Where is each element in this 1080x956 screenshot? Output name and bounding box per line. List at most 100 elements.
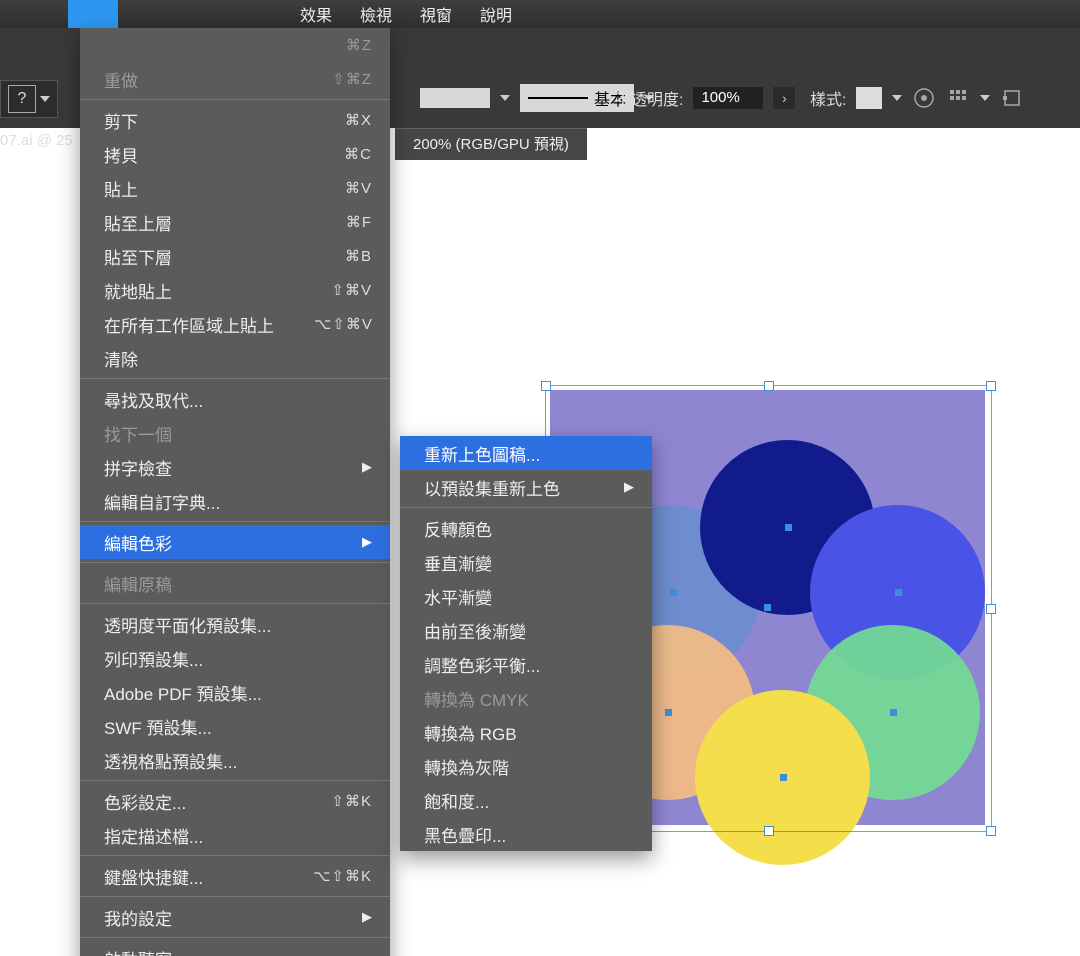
edit-menu-item[interactable]: 指定描述檔...	[80, 818, 390, 852]
recolor-icon[interactable]	[912, 86, 936, 110]
opacity-input[interactable]: 100%	[693, 87, 763, 109]
menu-shortcut: ⌘X	[345, 111, 372, 129]
style-label: 樣式:	[810, 86, 846, 110]
edit-menu-item[interactable]: 拷貝⌘C	[80, 137, 390, 171]
edit-menu-item[interactable]: SWF 預設集...	[80, 709, 390, 743]
menu-item-label: SWF 預設集...	[104, 714, 212, 739]
menubar: 效果 檢視 視窗 說明	[0, 0, 1080, 28]
menu-view[interactable]: 檢視	[360, 2, 392, 26]
edit-menu-item[interactable]: 啟動聽寫 …	[80, 941, 390, 956]
edit-menu-separator	[80, 603, 390, 604]
edit-menu-separator	[80, 521, 390, 522]
edit-menu-separator	[80, 937, 390, 938]
edit-menu-item[interactable]: 貼至下層 ⌘B	[80, 239, 390, 273]
selection-handle[interactable]	[986, 381, 996, 391]
color-submenu-item[interactable]: 調整色彩平衡...	[400, 647, 652, 681]
selection-handle[interactable]	[764, 826, 774, 836]
object-anchor	[670, 589, 677, 596]
edit-menu-item[interactable]: 在所有工作區域上貼上⌥⇧⌘V	[80, 307, 390, 341]
transform-icon[interactable]	[1000, 86, 1024, 110]
menu-item-label: 黑色疊印...	[424, 822, 506, 847]
selection-handle[interactable]	[986, 826, 996, 836]
menu-item-label: 就地貼上	[104, 278, 172, 303]
app-icon	[68, 0, 118, 28]
chevron-down-icon	[980, 95, 990, 101]
edit-menu-item: ⌘Z	[80, 28, 390, 62]
menu-item-label: 編輯原稿	[104, 571, 172, 596]
edit-menu-item[interactable]: 拼字檢查▶	[80, 450, 390, 484]
color-submenu-item[interactable]: 以預設集重新上色▶	[400, 470, 652, 504]
menu-item-label: 透明度平面化預設集...	[104, 612, 271, 637]
menu-item-label: 拷貝	[104, 142, 138, 167]
edit-menu-separator	[80, 780, 390, 781]
menu-item-label: 編輯自訂字典...	[104, 489, 220, 514]
object-anchor	[780, 774, 787, 781]
color-submenu-item[interactable]: 轉換為灰階	[400, 749, 652, 783]
edit-menu-item[interactable]: 透視格點預設集...	[80, 743, 390, 777]
selection-handle[interactable]	[986, 604, 996, 614]
style-swatch[interactable]	[856, 87, 882, 109]
edit-menu-item[interactable]: 列印預設集...	[80, 641, 390, 675]
color-submenu-item[interactable]: 水平漸變	[400, 579, 652, 613]
align-icon[interactable]	[946, 86, 970, 110]
menu-shortcut: ⇧⌘Z	[332, 70, 372, 88]
menu-item-label: 反轉顏色	[424, 516, 492, 541]
menu-item-label: 轉換為灰階	[424, 754, 509, 779]
edit-menu-item[interactable]: 色彩設定...⇧⌘K	[80, 784, 390, 818]
menu-item-label: 貼至下層	[104, 244, 172, 269]
document-label-fragment: 07.ai @ 25	[0, 132, 73, 149]
question-icon: ?	[8, 85, 36, 113]
menu-item-label: 剪下	[104, 108, 138, 133]
edit-menu-separator	[80, 378, 390, 379]
edit-menu-item[interactable]: 鍵盤快捷鍵...⌥⇧⌘K	[80, 859, 390, 893]
edit-menu-separator	[80, 896, 390, 897]
submenu-arrow-icon: ▶	[362, 909, 372, 925]
color-submenu-item[interactable]: 轉換為 RGB	[400, 715, 652, 749]
object-anchor	[785, 524, 792, 531]
edit-menu-item[interactable]: 貼至上層⌘F	[80, 205, 390, 239]
submenu-arrow-icon: ▶	[624, 479, 634, 495]
edit-menu-item: 重做⇧⌘Z	[80, 62, 390, 96]
menu-item-label: 水平漸變	[424, 584, 492, 609]
menu-item-label: 啟動聽寫 …	[104, 946, 194, 956]
color-submenu-item[interactable]: 由前至後漸變	[400, 613, 652, 647]
menu-item-label: 飽和度...	[424, 788, 489, 813]
edit-menu-item[interactable]: 清除	[80, 341, 390, 375]
menu-item-label: 垂直漸變	[424, 550, 492, 575]
edit-menu-item[interactable]: 就地貼上 ⇧⌘V	[80, 273, 390, 307]
opacity-stepper[interactable]: ›	[773, 87, 795, 109]
color-submenu-item[interactable]: 黑色疊印...	[400, 817, 652, 851]
color-submenu-item[interactable]: 垂直漸變	[400, 545, 652, 579]
color-submenu-item[interactable]: 反轉顏色	[400, 511, 652, 545]
edit-menu-item[interactable]: 我的設定▶	[80, 900, 390, 934]
stroke-line-icon	[528, 97, 588, 99]
menu-shortcut: ⌘B	[345, 247, 372, 265]
edit-menu-item[interactable]: Adobe PDF 預設集...	[80, 675, 390, 709]
menu-item-label: 轉換為 CMYK	[424, 686, 529, 711]
selection-handle[interactable]	[541, 381, 551, 391]
edit-menu-separator	[80, 855, 390, 856]
color-submenu-item[interactable]: 重新上色圖稿...	[400, 436, 652, 470]
selection-handle[interactable]	[764, 381, 774, 391]
edit-menu-item[interactable]: 剪下 ⌘X	[80, 103, 390, 137]
edit-menu: ⌘Z重做⇧⌘Z 剪下 ⌘X 拷貝⌘C貼上⌘V貼至上層⌘F 貼至下層 ⌘B 就地貼上 ⇧⌘V 在所…	[80, 28, 390, 956]
menu-item-label: 拼字檢查	[104, 455, 172, 480]
help-dropdown[interactable]: ?	[0, 80, 58, 118]
edit-menu-item[interactable]: 透明度平面化預設集...	[80, 607, 390, 641]
menu-item-label: 由前至後漸變	[424, 618, 526, 643]
menu-window[interactable]: 視窗	[420, 2, 452, 26]
menu-effects[interactable]: 效果	[300, 2, 332, 26]
menu-help[interactable]: 說明	[480, 2, 512, 26]
menu-item-label: 調整色彩平衡...	[424, 652, 540, 677]
menu-item-label: 在所有工作區域上貼上	[104, 312, 274, 337]
submenu-arrow-icon: ▶	[362, 534, 372, 550]
edit-menu-item[interactable]: 編輯自訂字典...	[80, 484, 390, 518]
edit-menu-item[interactable]: 編輯色彩▶	[80, 525, 390, 559]
edit-menu-item[interactable]: 貼上⌘V	[80, 171, 390, 205]
color-submenu-separator	[400, 507, 652, 508]
edit-menu-item[interactable]: 尋找及取代...	[80, 382, 390, 416]
app-root: 效果 檢視 視窗 說明 ? 07.ai @ 25 基本 不透明度: 100% ›…	[0, 0, 1080, 956]
menu-item-label: 色彩設定...	[104, 789, 186, 814]
menu-shortcut: ⇧⌘V	[331, 281, 372, 299]
color-submenu-item[interactable]: 飽和度...	[400, 783, 652, 817]
